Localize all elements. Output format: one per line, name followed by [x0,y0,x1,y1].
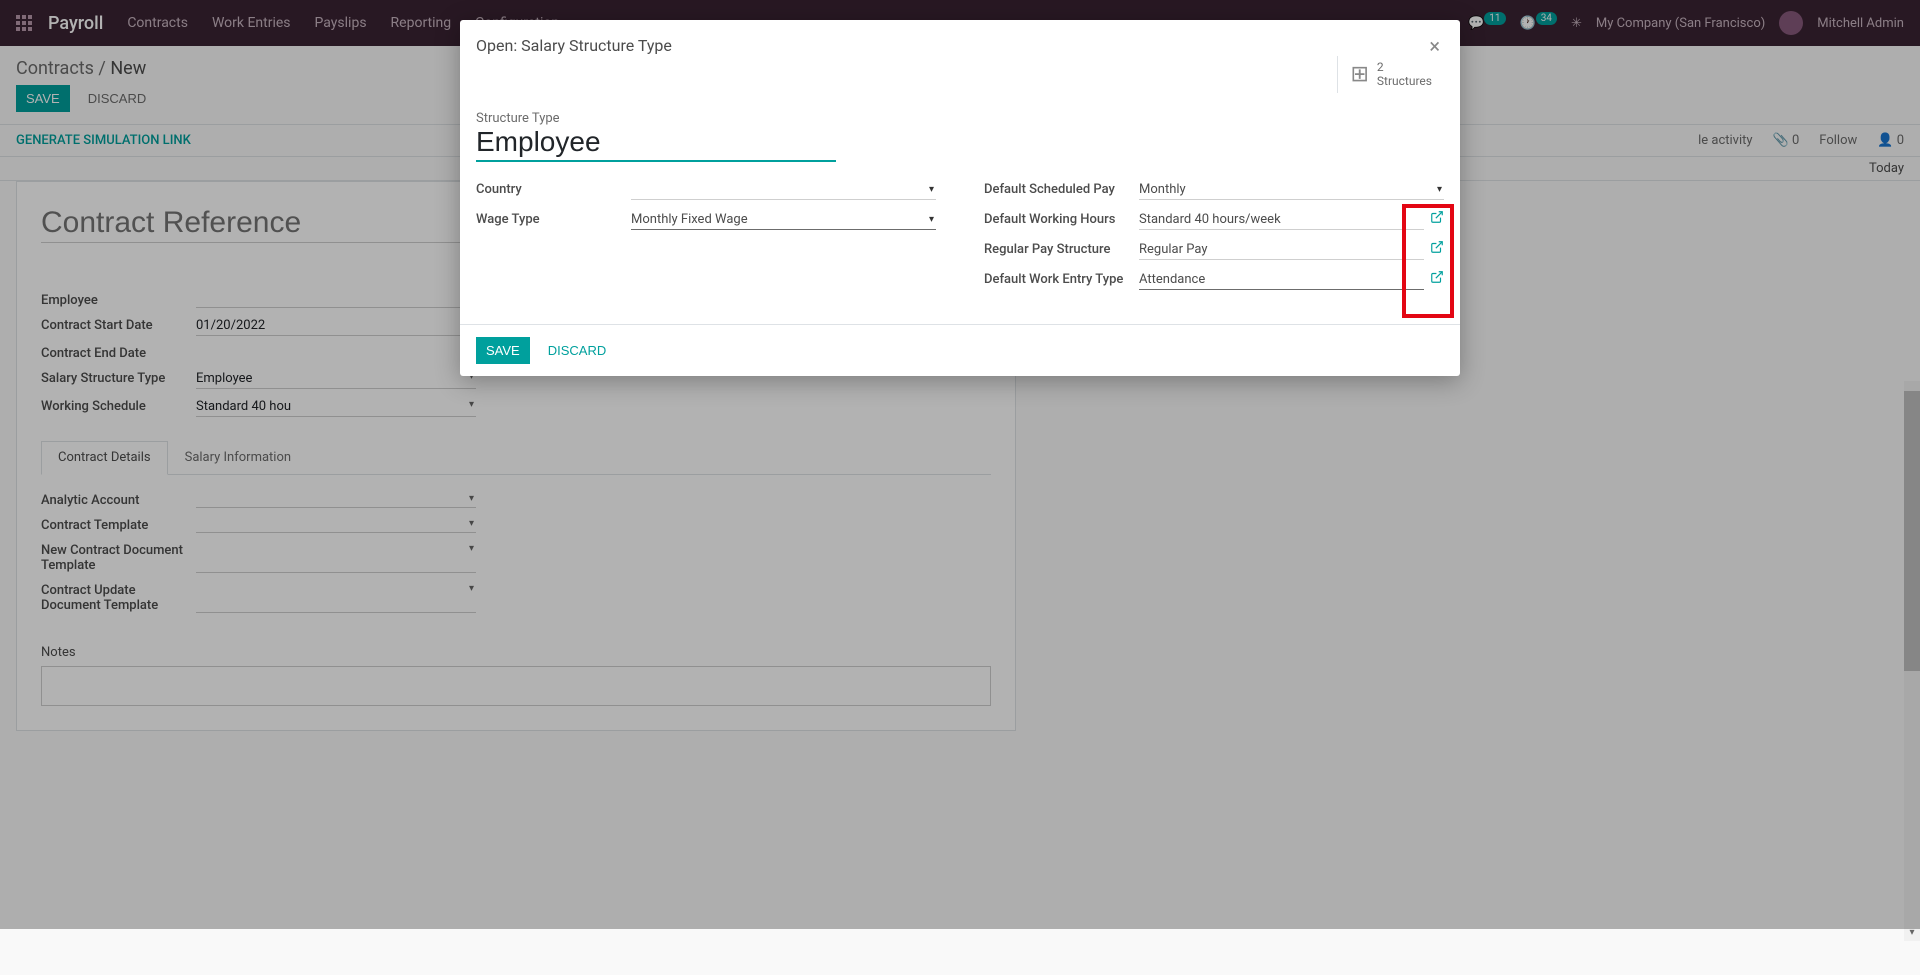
grid-icon: ⊞ [1350,62,1368,87]
wage-type-field[interactable]: Monthly Fixed Wage▾ [631,210,936,230]
caret-icon: ▾ [929,214,934,225]
work-entry-field[interactable]: Attendance [1139,270,1424,290]
scheduled-pay-field[interactable]: Monthly▾ [1139,180,1444,200]
label-work-entry: Default Work Entry Type [984,270,1139,287]
modal-discard-button[interactable]: DISCARD [538,337,617,364]
structure-type-label: Structure Type [476,111,1444,126]
country-field[interactable]: ▾ [631,180,936,200]
label-scheduled-pay: Default Scheduled Pay [984,180,1139,197]
caret-icon: ▾ [929,184,934,195]
label-pay-structure: Regular Pay Structure [984,240,1139,257]
highlight-box [1402,204,1454,318]
modal-title: Open: Salary Structure Type [476,36,672,55]
modal-save-button[interactable]: SAVE [476,337,530,364]
structures-stat-button[interactable]: ⊞ 2 Structures [1337,56,1444,93]
pay-structure-field[interactable]: Regular Pay [1139,240,1424,260]
label-working-hours: Default Working Hours [984,210,1139,227]
label-wage-type: Wage Type [476,210,631,227]
salary-structure-modal: Open: Salary Structure Type × ⊞ 2 Struct… [460,20,1460,376]
stat-count: 2 [1377,60,1432,74]
working-hours-field[interactable]: Standard 40 hours/week [1139,210,1424,230]
stat-label: Structures [1377,74,1432,88]
label-country: Country [476,180,631,197]
structure-type-input[interactable] [476,126,836,162]
caret-icon: ▾ [1437,184,1442,195]
close-icon[interactable]: × [1425,36,1444,56]
